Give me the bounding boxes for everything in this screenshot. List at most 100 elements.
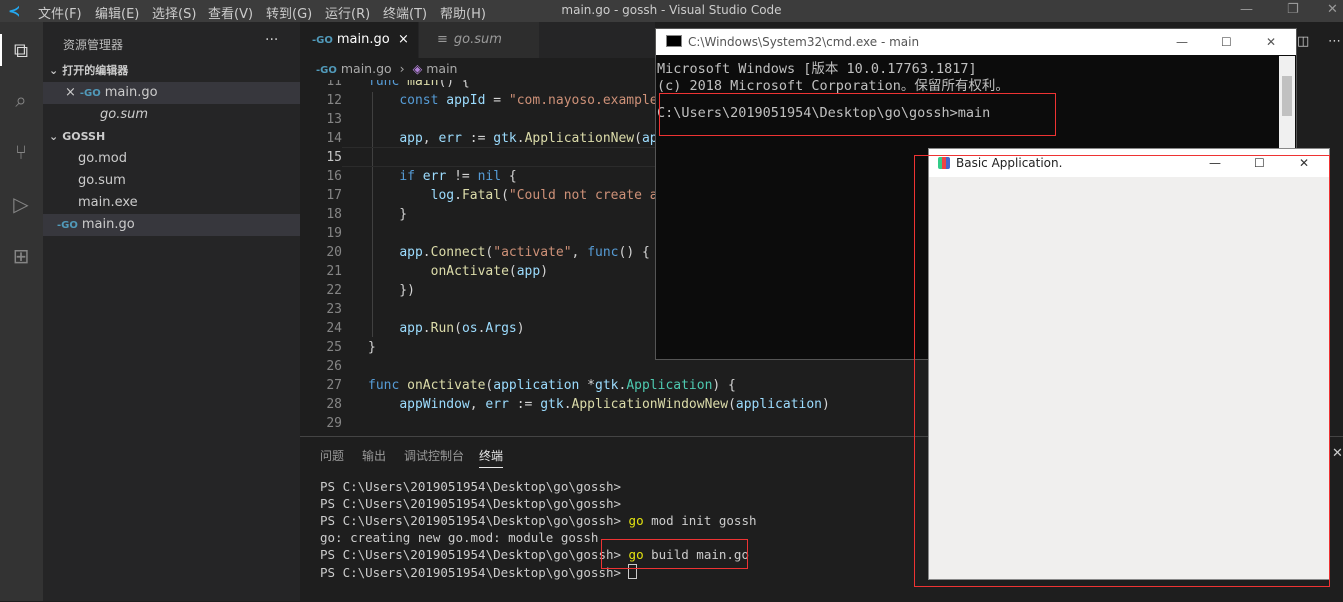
line-number: 13 xyxy=(326,112,342,127)
close-icon[interactable]: × xyxy=(65,85,76,100)
line-number: 18 xyxy=(326,207,342,222)
tab-main-go[interactable]: -GO main.go × xyxy=(300,22,418,58)
close-icon[interactable]: ✕ xyxy=(1266,29,1276,55)
code-line: func onActivate(application *gtk.Applica… xyxy=(368,378,736,393)
tab-problems[interactable]: 问题 xyxy=(320,447,344,464)
folder-section[interactable]: ⌄ GOSSH xyxy=(43,127,300,147)
code-line: log.Fatal("Could not create ap xyxy=(430,188,666,203)
highlight-box-gtk xyxy=(914,155,1330,587)
file-item[interactable]: go.mod xyxy=(43,148,300,170)
line-number: 26 xyxy=(326,359,342,374)
line-number: 21 xyxy=(326,264,342,279)
cmd-title-bar: C:\Windows\System32\cmd.exe - main — ☐ ✕ xyxy=(656,29,1296,55)
code-line: if err != nil { xyxy=(399,169,517,184)
more-actions-icon[interactable]: ⋯ xyxy=(1328,34,1341,49)
open-editor-item[interactable]: go.sum xyxy=(43,104,300,126)
code-line: app.Connect("activate", func() { xyxy=(399,245,650,260)
line-number: 22 xyxy=(326,283,342,298)
terminal-line: PS C:\Users\2019051954\Desktop\go\gossh> xyxy=(320,479,622,494)
run-debug-icon[interactable]: ▷ xyxy=(7,190,35,218)
line-number: 15 xyxy=(326,150,342,165)
go-file-icon: -GO xyxy=(57,220,78,231)
breadcrumb-separator: › xyxy=(399,61,405,76)
terminal-line[interactable]: PS C:\Users\2019051954\Desktop\go\gossh> xyxy=(320,564,638,580)
line-number: 14 xyxy=(326,131,342,146)
breadcrumb-file[interactable]: main.go xyxy=(341,61,392,76)
more-actions-icon[interactable]: ··· xyxy=(265,32,278,48)
tab-go-sum[interactable]: ≡ go.sum xyxy=(419,22,539,58)
minimize-icon[interactable]: — xyxy=(1176,29,1188,55)
line-number: 24 xyxy=(326,321,342,336)
line-number: 29 xyxy=(326,416,342,431)
code-line: app, err := gtk.ApplicationNew(app xyxy=(399,131,666,146)
line-number: 11 xyxy=(326,80,342,89)
editor-tabs: -GO main.go × ≡ go.sum xyxy=(300,22,655,58)
restore-icon[interactable]: ❐ xyxy=(1287,2,1299,17)
open-editor-item[interactable]: × -GO main.go xyxy=(43,82,300,104)
function-icon: ◈ xyxy=(412,61,423,76)
code-line: app.Run(os.Args) xyxy=(399,321,525,336)
highlight-box-build xyxy=(601,539,748,569)
panel-close-icon[interactable]: ✕ xyxy=(1332,446,1343,461)
menu-terminal[interactable]: 终端(T) xyxy=(383,3,427,22)
line-number: 28 xyxy=(326,397,342,412)
highlight-box-main xyxy=(659,93,1056,136)
chevron-down-icon: ⌄ xyxy=(49,130,59,143)
code-line: func main() { xyxy=(368,80,470,89)
vscode-logo-icon: ≺ xyxy=(8,2,21,20)
maximize-icon[interactable]: ☐ xyxy=(1221,29,1232,55)
minimize-icon[interactable]: — xyxy=(1240,2,1253,17)
menu-help[interactable]: 帮助(H) xyxy=(440,3,486,22)
terminal-line: go: creating new go.mod: module gossh xyxy=(320,530,599,545)
go-file-icon: -GO xyxy=(79,88,101,99)
activity-bar: ⧉ ⌕ ⑂ ▷ ⊞ xyxy=(0,22,43,601)
terminal-line: PS C:\Users\2019051954\Desktop\go\gossh> xyxy=(320,496,622,511)
explorer-sidebar: 资源管理器 ··· ⌄ 打开的编辑器 × -GO main.go go.sum ⌄ GO… xyxy=(43,22,300,601)
line-number: 19 xyxy=(326,226,342,241)
file-item[interactable]: main.exe xyxy=(43,192,300,214)
breadcrumb-symbol[interactable]: main xyxy=(426,61,457,76)
file-item[interactable]: go.sum xyxy=(43,170,300,192)
close-icon[interactable]: ✕ xyxy=(1327,2,1338,17)
cmd-icon xyxy=(666,35,682,47)
code-line: onActivate(app) xyxy=(430,264,549,279)
tab-output[interactable]: 输出 xyxy=(362,447,386,464)
terminal-line: PS C:\Users\2019051954\Desktop\go\gossh>… xyxy=(320,513,757,528)
line-number: 20 xyxy=(326,245,342,260)
menu-view[interactable]: 查看(V) xyxy=(208,3,253,22)
chevron-down-icon: ⌄ xyxy=(49,64,59,77)
code-line: } xyxy=(368,207,408,222)
menu-edit[interactable]: 编辑(E) xyxy=(95,3,139,22)
tab-debug-console[interactable]: 调试控制台 xyxy=(404,447,464,464)
line-number: 25 xyxy=(326,340,342,355)
line-number: 27 xyxy=(326,378,342,393)
menu-selection[interactable]: 选择(S) xyxy=(152,3,196,22)
open-editors-section[interactable]: ⌄ 打开的编辑器 xyxy=(43,61,300,81)
line-number: 23 xyxy=(326,302,342,317)
source-control-icon[interactable]: ⑂ xyxy=(7,138,35,166)
menu-file[interactable]: 文件(F) xyxy=(38,3,82,22)
code-line: const appId = "com.nayoso.example" xyxy=(399,93,666,108)
file-icon: ≡ xyxy=(437,32,448,47)
search-icon[interactable]: ⌕ xyxy=(7,86,35,114)
file-item-selected[interactable]: -GO main.go xyxy=(43,214,300,236)
line-number: 12 xyxy=(326,93,342,108)
go-file-icon: -GO xyxy=(312,35,333,46)
explorer-header: 资源管理器 xyxy=(63,38,124,52)
code-line: }) xyxy=(368,283,415,298)
menu-run[interactable]: 运行(R) xyxy=(325,3,370,22)
split-editor-icon[interactable]: ◫ xyxy=(1297,34,1309,49)
explorer-icon[interactable]: ⧉ xyxy=(7,36,35,64)
code-line: } xyxy=(368,340,376,355)
title-bar: ≺ 文件(F) 编辑(E) 选择(S) 查看(V) 转到(G) 运行(R) 终端… xyxy=(0,0,1343,22)
scroll-thumb[interactable] xyxy=(1282,76,1292,116)
cmd-line: (c) 2018 Microsoft Corporation。保留所有权利。 xyxy=(657,78,1009,94)
tab-terminal[interactable]: 终端 xyxy=(479,447,504,468)
menu-go[interactable]: 转到(G) xyxy=(266,3,312,22)
extensions-icon[interactable]: ⊞ xyxy=(7,242,35,270)
tab-close-icon[interactable]: × xyxy=(398,22,409,58)
breadcrumb: -GO main.go › ◈ main xyxy=(300,58,655,80)
line-number: 17 xyxy=(326,188,342,203)
window-title: main.go - gossh - Visual Studio Code xyxy=(561,3,782,17)
go-file-icon: -GO xyxy=(316,65,337,76)
